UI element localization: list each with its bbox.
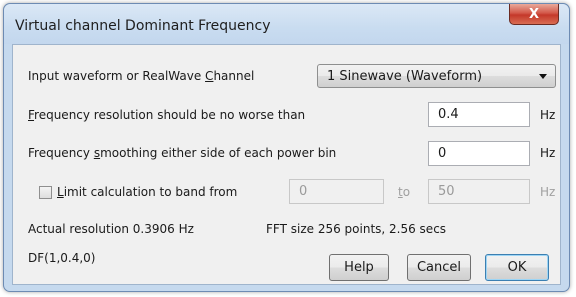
dialog-body: Input waveform or RealWave Channel 1 Sin… <box>12 44 561 285</box>
close-button[interactable]: X <box>509 4 559 25</box>
expression-text: DF(1,0.4,0) <box>28 251 96 265</box>
fft-size-text: FFT size 256 points, 2.56 secs <box>266 222 447 236</box>
help-button[interactable]: Help <box>329 254 389 281</box>
cancel-button[interactable]: Cancel <box>407 254 471 281</box>
band-to-label: to <box>398 185 411 199</box>
frequency-resolution-input[interactable]: 0.4 <box>428 102 530 127</box>
frequency-smoothing-unit: Hz <box>540 146 556 160</box>
chevron-down-icon <box>539 74 547 79</box>
dialog-window: Virtual channel Dominant Frequency X Inp… <box>3 3 570 292</box>
input-waveform-select[interactable]: 1 Sinewave (Waveform) <box>317 64 556 88</box>
band-from-input[interactable]: 0 <box>289 179 384 204</box>
frequency-smoothing-input[interactable]: 0 <box>428 141 530 166</box>
ok-button[interactable]: OK <box>485 254 549 281</box>
band-to-input[interactable]: 50 <box>428 179 530 204</box>
title-bar[interactable]: Virtual channel Dominant Frequency X <box>4 4 569 44</box>
frequency-resolution-unit: Hz <box>540 108 556 122</box>
window-title: Virtual channel Dominant Frequency <box>15 18 271 34</box>
input-waveform-label: Input waveform or RealWave Channel <box>28 69 255 83</box>
frequency-resolution-label: Frequency resolution should be no worse … <box>28 108 306 122</box>
limit-band-label[interactable]: Limit calculation to band from <box>57 185 237 199</box>
band-unit: Hz <box>540 185 556 199</box>
input-waveform-selected: 1 Sinewave (Waveform) <box>327 69 483 84</box>
close-icon: X <box>528 6 540 22</box>
actual-resolution-text: Actual resolution 0.3906 Hz <box>28 222 194 236</box>
limit-band-checkbox[interactable] <box>39 186 52 199</box>
frequency-smoothing-label: Frequency smoothing either side of each … <box>28 146 337 160</box>
